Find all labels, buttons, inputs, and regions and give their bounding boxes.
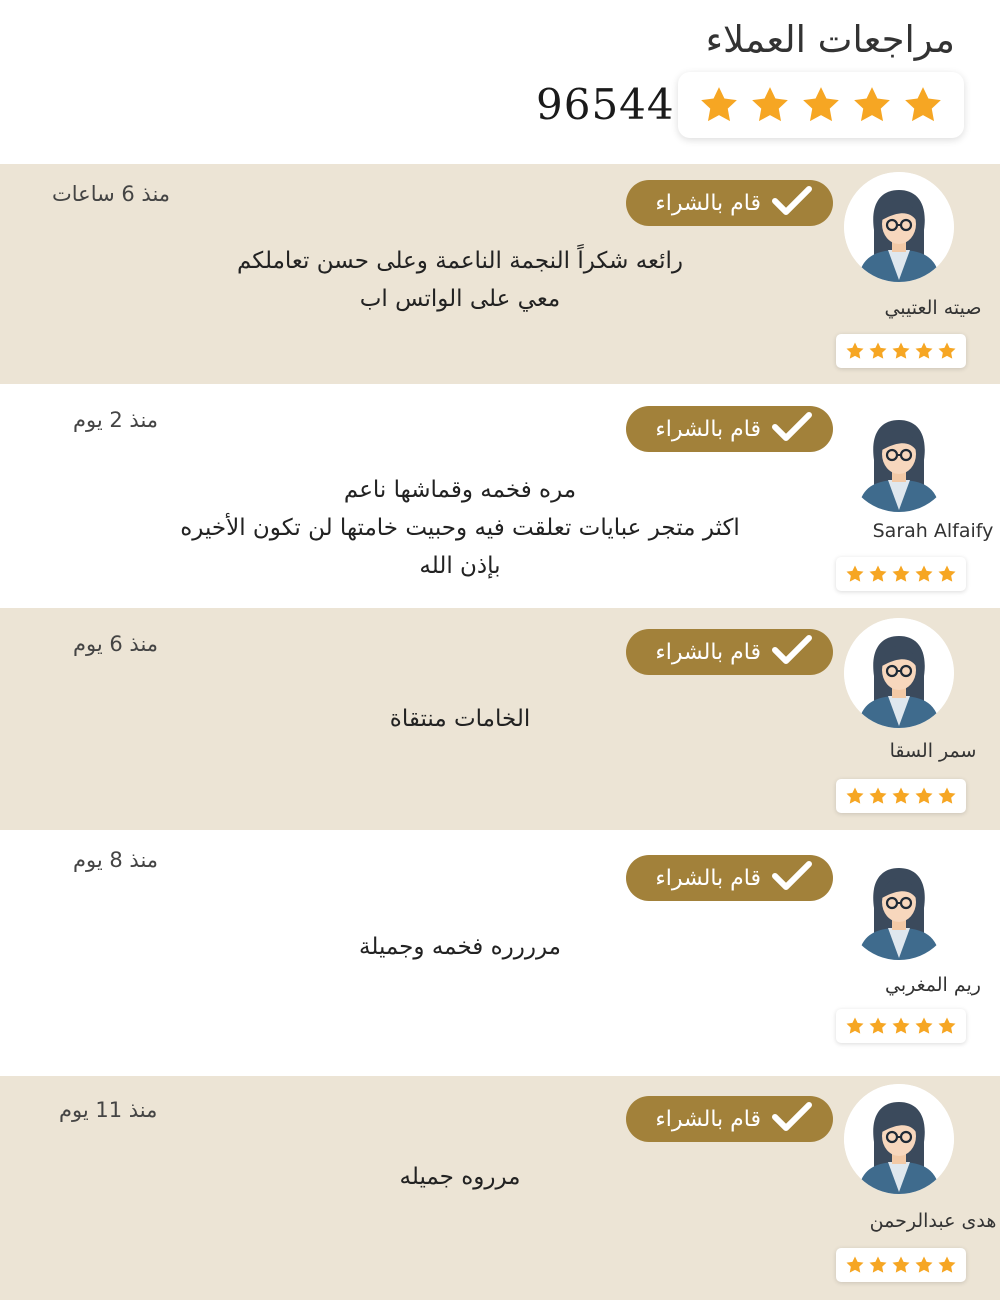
star-icon: [846, 1017, 864, 1034]
review-text: مره فخمه وقماشها ناعم اكثر متجر عبايات ت…: [110, 471, 810, 585]
verified-purchase-label: قام بالشراء: [655, 1106, 761, 1132]
review-card: هدى عبدالرحمن قام بالشراء منذ 11 يوم مرر…: [0, 1076, 1000, 1300]
star-icon: [869, 1256, 887, 1273]
verified-purchase-badge: قام بالشراء: [626, 180, 833, 226]
review-card: سمر السقا قام بالشراء منذ 6 يوم الخامات …: [0, 608, 1000, 830]
review-text-content: مرروه جميله: [399, 1164, 521, 1190]
user-avatar-icon: [844, 618, 954, 728]
star-icon: [846, 342, 864, 359]
star-icon: [803, 87, 839, 122]
review-rating-stars: [836, 779, 966, 813]
review-text: مرررره فخمه وجميلة: [110, 928, 810, 966]
verified-purchase-label: قام بالشراء: [655, 639, 761, 665]
star-icon: [938, 787, 956, 804]
star-icon: [869, 342, 887, 359]
star-icon: [846, 565, 864, 582]
review-time: منذ 8 يوم: [73, 848, 159, 872]
user-avatar-icon: [844, 172, 954, 282]
star-icon: [892, 565, 910, 582]
review-text: مرروه جميله: [110, 1158, 810, 1196]
review-card: Sarah Alfaify قام بالشراء منذ 2 يوم مره …: [0, 384, 1000, 608]
review-time: منذ 6 ساعات: [52, 182, 171, 206]
reviewer-name: سمر السقا: [889, 740, 977, 762]
review-rating-stars: [836, 1248, 966, 1282]
check-icon: [772, 1102, 812, 1131]
reviews-header: مراجعات العملاء 96544: [0, 0, 1000, 164]
star-icon: [892, 787, 910, 804]
user-avatar-icon: [844, 1084, 954, 1194]
star-icon: [938, 1256, 956, 1273]
verified-purchase-label: قام بالشراء: [655, 416, 761, 442]
star-icon: [905, 87, 941, 122]
user-avatar-icon: [844, 1084, 954, 1194]
review-text-content: رائعه شكراً النجمة الناعمة وعلى حسن تعام…: [236, 248, 684, 312]
verified-purchase-label: قام بالشراء: [655, 865, 761, 891]
star-icon: [854, 87, 890, 122]
total-reviews-count: 96544: [536, 80, 675, 129]
check-icon: [772, 186, 812, 215]
check-icon: [771, 410, 813, 448]
star-icon: [915, 342, 933, 359]
star-icon: [701, 87, 737, 122]
star-icon: [938, 342, 956, 359]
star-icon: [869, 1017, 887, 1034]
verified-purchase-label: قام بالشراء: [655, 190, 761, 216]
check-icon: [771, 633, 813, 671]
review-text-content: الخامات منتقاة: [389, 706, 531, 732]
star-icon: [892, 1017, 910, 1034]
review-rating-stars: [836, 557, 966, 591]
review-text: رائعه شكراً النجمة الناعمة وعلى حسن تعام…: [110, 242, 810, 318]
star-icon: [938, 1017, 956, 1034]
review-time: منذ 6 يوم: [73, 632, 159, 656]
user-avatar-icon: [844, 402, 954, 512]
star-icon: [846, 1256, 864, 1273]
user-avatar-icon: [844, 850, 954, 960]
star-icon: [915, 565, 933, 582]
verified-purchase-badge: قام بالشراء: [626, 629, 833, 675]
check-icon: [772, 412, 812, 441]
verified-purchase-badge: قام بالشراء: [626, 1096, 833, 1142]
review-text-content: مره فخمه وقماشها ناعم اكثر متجر عبايات ت…: [180, 477, 740, 579]
reviewer-name: ريم المغربي: [885, 974, 981, 996]
review-time: منذ 11 يوم: [59, 1098, 158, 1122]
user-avatar-icon: [844, 850, 954, 960]
review-card: صيته العتيبي قام بالشراء منذ 6 ساعات رائ…: [0, 164, 1000, 384]
verified-purchase-badge: قام بالشراء: [626, 855, 833, 901]
star-icon: [938, 565, 956, 582]
star-icon: [915, 1017, 933, 1034]
overall-rating-stars: [678, 72, 964, 138]
review-text-content: مرررره فخمه وجميلة: [359, 934, 561, 960]
user-avatar-icon: [844, 172, 954, 282]
star-icon: [892, 342, 910, 359]
review-card: ريم المغربي قام بالشراء منذ 8 يوم مرررره…: [0, 830, 1000, 1076]
page-title: مراجعات العملاء: [705, 18, 955, 61]
check-icon: [771, 184, 813, 222]
star-icon: [752, 87, 788, 122]
check-icon: [771, 1100, 813, 1138]
star-icon: [915, 1256, 933, 1273]
check-icon: [771, 859, 813, 897]
reviewer-name: Sarah Alfaify: [872, 520, 994, 542]
star-icon: [892, 1256, 910, 1273]
review-time: منذ 2 يوم: [73, 408, 159, 432]
star-icon: [869, 787, 887, 804]
review-text: الخامات منتقاة: [110, 700, 810, 738]
user-avatar-icon: [844, 618, 954, 728]
star-icon: [846, 787, 864, 804]
review-rating-stars: [836, 334, 966, 368]
star-icon: [869, 565, 887, 582]
star-icon: [915, 787, 933, 804]
verified-purchase-badge: قام بالشراء: [626, 406, 833, 452]
reviewer-name: صيته العتيبي: [884, 297, 982, 319]
review-rating-stars: [836, 1009, 966, 1043]
user-avatar-icon: [844, 402, 954, 512]
check-icon: [772, 635, 812, 664]
check-icon: [772, 861, 812, 890]
reviewer-name: هدى عبدالرحمن: [869, 1210, 997, 1232]
